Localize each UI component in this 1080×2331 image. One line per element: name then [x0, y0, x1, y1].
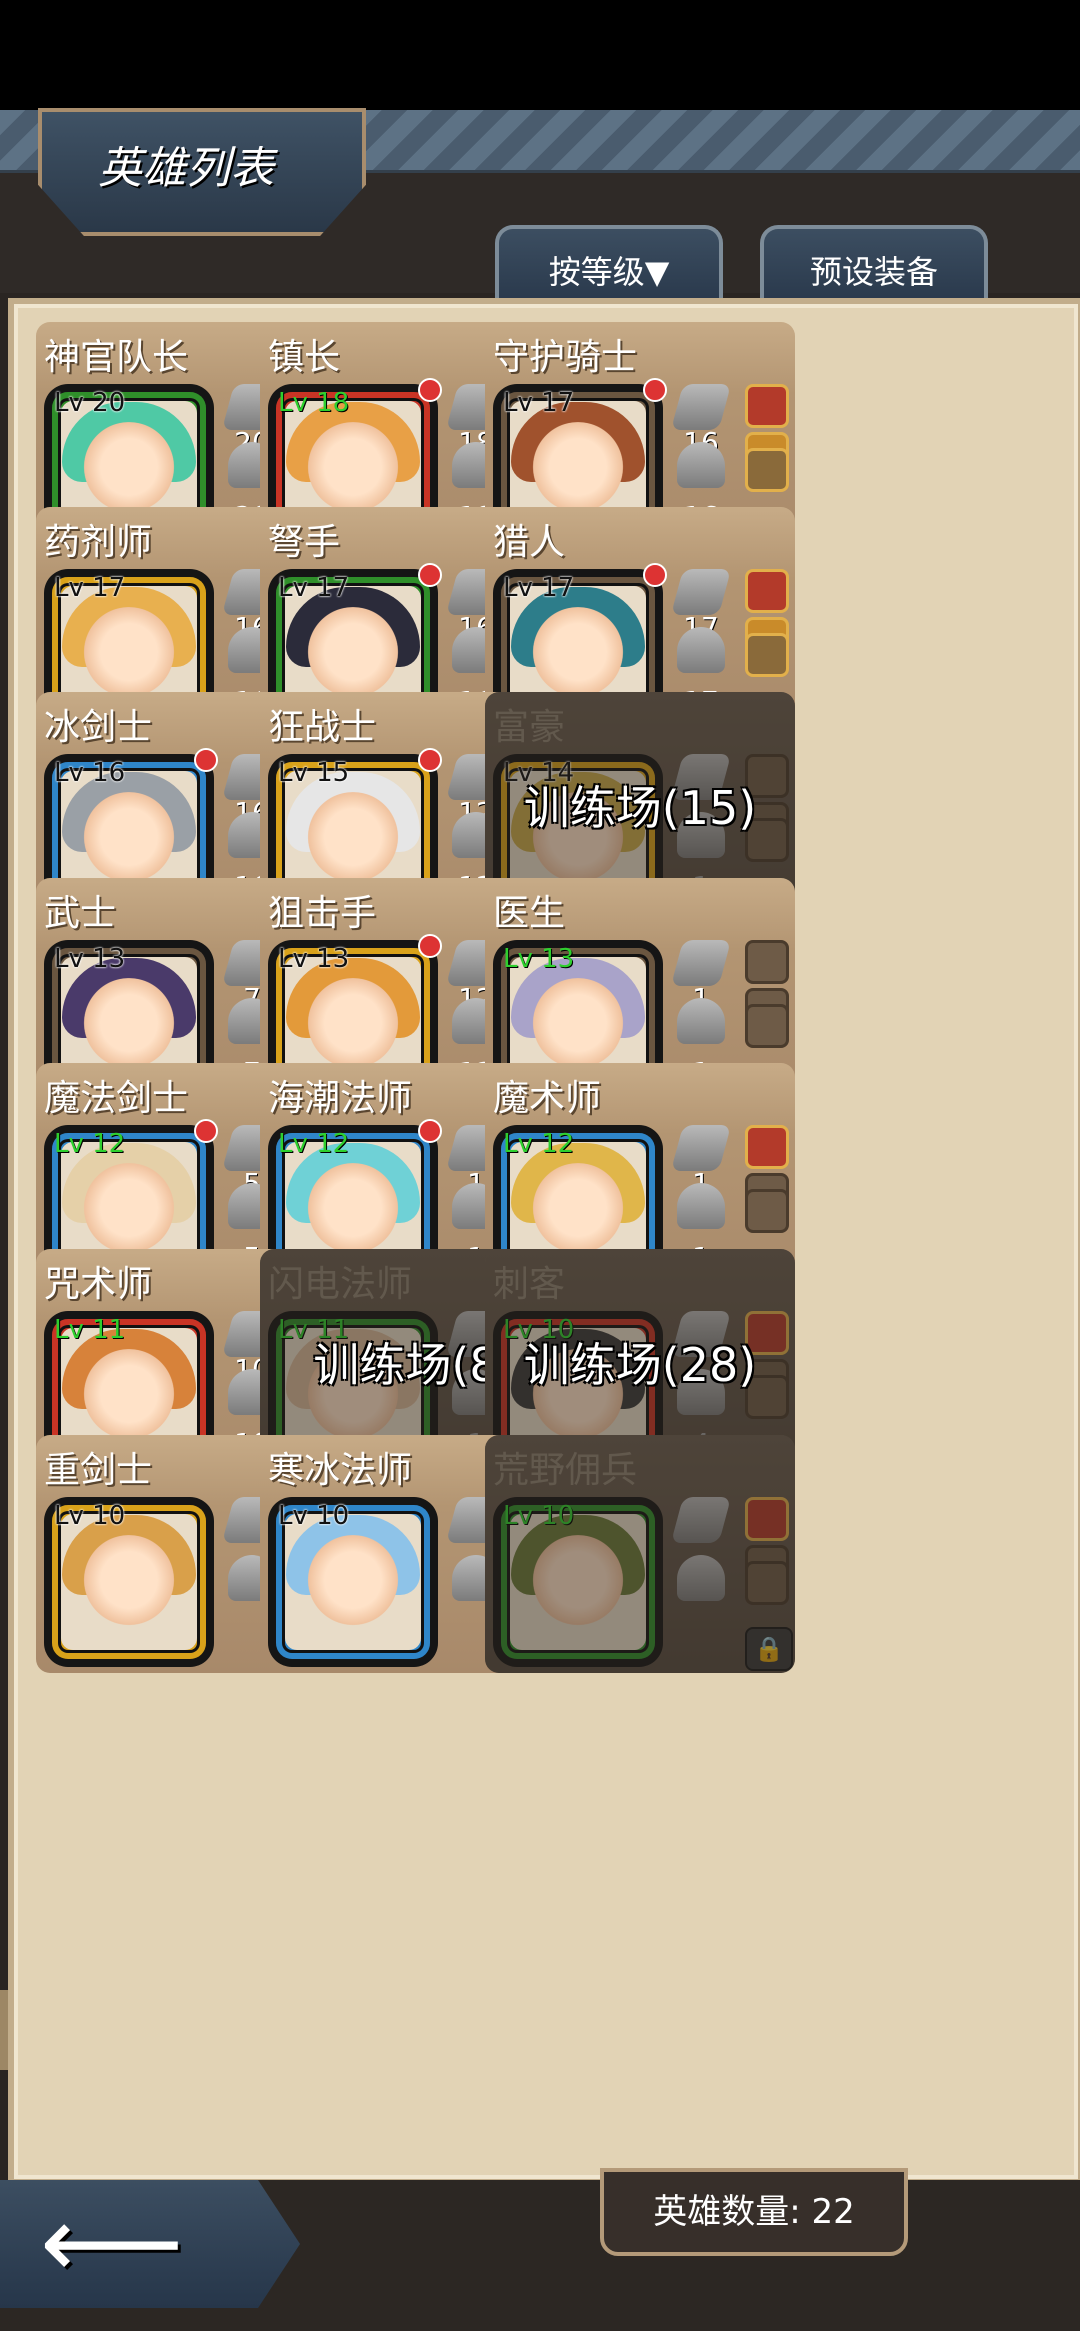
- hero-name: 医生: [493, 893, 566, 934]
- notification-dot-icon: [418, 748, 442, 772]
- hero-level: Lv 12: [278, 1129, 350, 1159]
- sword-icon: [670, 569, 732, 615]
- hero-level: Lv 18: [278, 388, 350, 418]
- hero-name: 守护骑士: [493, 337, 638, 378]
- helmet-icon: [677, 442, 725, 488]
- back-arrow-icon: ⟵: [40, 2184, 184, 2301]
- hero-level: Lv 12: [503, 1129, 575, 1159]
- page-title: 英雄列表: [98, 143, 274, 194]
- hero-name: 魔法剑士: [44, 1078, 189, 1119]
- hero-name: 海潮法师: [268, 1078, 413, 1119]
- hero-level: Lv 20: [54, 388, 126, 418]
- hero-level: Lv 17: [503, 573, 575, 603]
- hero-card[interactable]: 荒野佣兵 Lv 10 🔒: [485, 1435, 795, 1673]
- notification-dot-icon: [643, 378, 667, 402]
- hero-level: Lv 16: [54, 758, 126, 788]
- equipment-slot[interactable]: [745, 1004, 789, 1048]
- equipment-slot[interactable]: [745, 384, 789, 428]
- preset-equipment-button[interactable]: 预设装备: [760, 225, 988, 309]
- helmet-icon: [677, 627, 725, 673]
- hero-portrait[interactable]: Lv 10: [268, 1497, 438, 1667]
- hero-level: Lv 11: [54, 1315, 126, 1345]
- hero-name: 咒术师: [44, 1264, 153, 1305]
- hero-name: 武士: [44, 893, 117, 934]
- hero-level: Lv 12: [54, 1129, 126, 1159]
- helmet-icon: [677, 1183, 725, 1229]
- hero-name: 镇长: [268, 337, 341, 378]
- hero-level: Lv 10: [278, 1501, 350, 1531]
- notification-dot-icon: [194, 1119, 218, 1143]
- hero-name: 弩手: [268, 522, 341, 563]
- sword-icon: [670, 940, 732, 986]
- hero-name: 重剑士: [44, 1450, 153, 1491]
- sword-icon: [670, 384, 732, 430]
- hero-name: 神官队长: [44, 337, 189, 378]
- hero-level: Lv 17: [503, 388, 575, 418]
- notification-dot-icon: [418, 934, 442, 958]
- hero-name: 魔术师: [493, 1078, 602, 1119]
- hero-name: 寒冰法师: [268, 1450, 413, 1491]
- hero-name: 狙击手: [268, 893, 377, 934]
- hero-name: 狂战士: [268, 707, 377, 748]
- notification-dot-icon: [643, 563, 667, 587]
- hero-level: Lv 17: [54, 573, 126, 603]
- equipment-slot[interactable]: [745, 448, 789, 492]
- equipment-slot[interactable]: [745, 1189, 789, 1233]
- notification-dot-icon: [418, 1119, 442, 1143]
- sword-icon: [670, 1125, 732, 1171]
- hero-level: Lv 17: [278, 573, 350, 603]
- equipment-slot[interactable]: [745, 940, 789, 984]
- hero-name: 猎人: [493, 522, 566, 563]
- notification-dot-icon: [194, 748, 218, 772]
- training-ground-label: 训练场(15): [523, 781, 757, 835]
- equipment-slot[interactable]: [745, 569, 789, 613]
- hero-level: Lv 15: [278, 758, 350, 788]
- locked-overlay: [485, 1435, 795, 1673]
- status-bar: [0, 0, 1080, 110]
- hero-count: 英雄数量: 22: [600, 2168, 908, 2256]
- notification-dot-icon: [418, 378, 442, 402]
- equipment-slot[interactable]: [745, 1125, 789, 1169]
- training-ground-label: 训练场(28): [523, 1338, 757, 1392]
- hero-level: Lv 13: [503, 944, 575, 974]
- notification-dot-icon: [418, 563, 442, 587]
- helmet-icon: [677, 998, 725, 1044]
- hero-portrait[interactable]: Lv 10: [44, 1497, 214, 1667]
- hero-level: Lv 13: [278, 944, 350, 974]
- sort-by-level-button[interactable]: 按等级▼: [495, 225, 723, 309]
- hero-name: 药剂师: [44, 522, 153, 563]
- hero-list-panel[interactable]: 神官队长 Lv 20 ★ 20 20 🔒 镇长: [8, 298, 1080, 2185]
- hero-name: 冰剑士: [44, 707, 153, 748]
- hero-level: Lv 13: [54, 944, 126, 974]
- hero-level: Lv 10: [54, 1501, 126, 1531]
- equipment-slot[interactable]: [745, 633, 789, 677]
